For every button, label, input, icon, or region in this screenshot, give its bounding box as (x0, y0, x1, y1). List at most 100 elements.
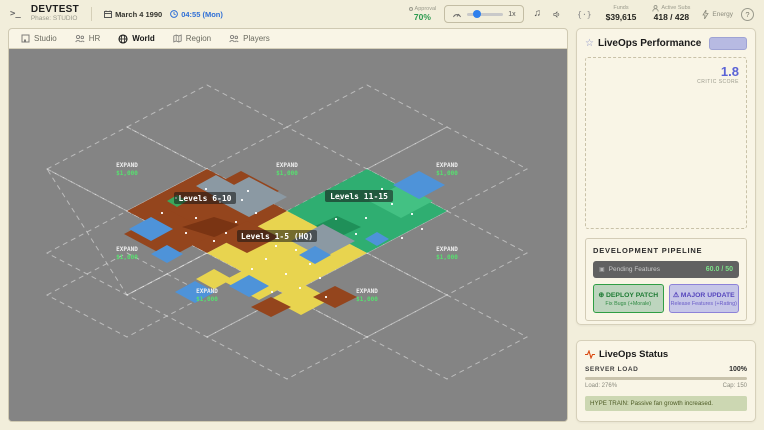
pending-features-value: 60.0 / 50 (706, 266, 733, 273)
subs-label: Active Subs (661, 5, 690, 12)
critic-score-value: 1.8 (697, 64, 739, 79)
funds-display: Funds $39,615 (606, 5, 637, 23)
plot-label: Levels 1-5 (HQ) (237, 230, 317, 242)
svg-text:Levels 1-5 (HQ): Levels 1-5 (HQ) (241, 232, 313, 241)
tab-world[interactable]: World (118, 34, 155, 44)
tab-players[interactable]: Players (229, 34, 270, 43)
pending-features-bar: ▣ Pending Features 60.0 / 50 (593, 261, 739, 278)
cap-detail: Cap: 150 (723, 383, 747, 389)
funds-label: Funds (613, 5, 628, 12)
game-title-block: DEVTEST Phase: STUDIO (31, 5, 79, 22)
expand-cell[interactable]: EXPAND $1,000 (196, 288, 218, 303)
svg-text:$1,000: $1,000 (436, 170, 458, 177)
speed-slider[interactable] (467, 13, 503, 16)
speed-value: 1x (508, 11, 515, 18)
console-icon[interactable]: {·} (577, 10, 591, 19)
svg-text:EXPAND: EXPAND (436, 246, 458, 253)
load-detail: Load: 276% (585, 383, 617, 389)
expand-cell[interactable]: EXPAND $1,000 (116, 246, 138, 261)
liveops-status-card: LiveOps Status SERVER LOAD 100% Load: 27… (576, 340, 756, 422)
svg-text:$1,000: $1,000 (116, 170, 138, 177)
people-icon (75, 34, 85, 43)
svg-text:EXPAND: EXPAND (196, 288, 218, 295)
svg-text:$1,000: $1,000 (436, 254, 458, 261)
game-speed-control[interactable]: 1x (444, 5, 523, 23)
development-pipeline-panel: DEVELOPMENT PIPELINE ▣ Pending Features … (585, 238, 747, 321)
energy-label: Energy (712, 11, 733, 18)
help-button[interactable]: ? (741, 8, 754, 21)
subs-display: Active Subs 418 / 428 (652, 5, 690, 23)
major-update-label: MAJOR UPDATE (681, 292, 735, 299)
svg-text:EXPAND: EXPAND (116, 162, 138, 169)
tab-label: Studio (34, 34, 57, 43)
svg-text:Levels 6-10: Levels 6-10 (179, 194, 232, 203)
svg-text:EXPAND: EXPAND (116, 246, 138, 253)
svg-text:$1,000: $1,000 (116, 254, 138, 261)
svg-text:EXPAND: EXPAND (356, 288, 378, 295)
hype-train-badge: HYPE TRAIN: Passive fan growth increased… (585, 396, 747, 411)
tab-label: World (132, 34, 155, 43)
clock-icon (170, 10, 178, 18)
liveops-performance-card: ☆ LiveOps Performance 1.8 CRITIC SCORE D… (576, 28, 756, 325)
approval-label: Approval (415, 6, 437, 13)
bolt-icon (702, 10, 709, 19)
date-text: March 4 1990 (115, 10, 162, 19)
deploy-icon: ⊕ (598, 292, 604, 299)
world-map-canvas: EXPAND $1,000 EXPAND $1,000 EXPAND $1,00… (9, 49, 567, 422)
people-icon (229, 34, 239, 43)
date-display: March 4 1990 (104, 10, 162, 19)
person-icon (652, 5, 659, 12)
tab-label: Players (243, 34, 270, 43)
gauge-icon (452, 10, 462, 19)
building-icon (21, 34, 30, 43)
feature-box-icon: ▣ (599, 266, 605, 273)
expand-cell[interactable]: EXPAND $1,000 (356, 288, 378, 303)
world-panel: Studio HR World Regi (8, 28, 568, 422)
tab-bar: Studio HR World Regi (9, 29, 567, 49)
deploy-patch-button[interactable]: ⊕ DEPLOY PATCH Fix Bugs (+Morale) (593, 284, 664, 313)
pending-features-label: Pending Features (609, 266, 660, 273)
plot-label: Levels 6-10 (174, 192, 236, 204)
svg-text:Levels 11-15: Levels 11-15 (330, 192, 388, 201)
star-icon: ☆ (585, 38, 594, 49)
phase-label: Phase: STUDIO (31, 16, 79, 23)
world-map[interactable]: EXPAND $1,000 EXPAND $1,000 EXPAND $1,00… (9, 49, 567, 422)
tab-label: Region (186, 34, 211, 43)
expand-cell[interactable]: EXPAND $1,000 (116, 162, 138, 177)
server-load-value: 100% (729, 366, 747, 373)
performance-action-button[interactable] (709, 37, 747, 50)
speed-slider-knob[interactable] (473, 10, 481, 18)
server-load-bar (585, 377, 747, 380)
deploy-patch-sublabel: Fix Bugs (+Morale) (605, 301, 651, 307)
svg-text:EXPAND: EXPAND (436, 162, 458, 169)
speaker-icon[interactable] (551, 9, 563, 20)
svg-text:$1,000: $1,000 (276, 170, 298, 177)
tab-hr[interactable]: HR (75, 34, 101, 43)
major-update-button[interactable]: ⚠ MAJOR UPDATE Release Features (+Rating… (669, 284, 740, 313)
performance-chart-panel: 1.8 CRITIC SCORE (585, 57, 747, 229)
time-text: 04:55 (Mon) (181, 10, 223, 19)
map-icon (173, 34, 182, 43)
globe-icon (118, 34, 128, 44)
warning-icon: ⚠ (673, 292, 679, 299)
subs-value: 418 / 428 (652, 12, 690, 23)
tab-studio[interactable]: Studio (21, 34, 57, 43)
approval-value: 70% (409, 12, 437, 22)
svg-text:$1,000: $1,000 (196, 296, 218, 303)
performance-title: LiveOps Performance (598, 38, 701, 49)
expand-cell[interactable]: EXPAND $1,000 (436, 246, 458, 261)
calendar-icon (104, 10, 112, 18)
tab-region[interactable]: Region (173, 34, 211, 43)
critic-score-label: CRITIC SCORE (697, 79, 739, 85)
major-update-sublabel: Release Features (+Rating) (671, 301, 737, 307)
svg-text:$1,000: $1,000 (356, 296, 378, 303)
approval-icon (409, 7, 413, 11)
energy-toggle[interactable]: Energy (702, 10, 733, 19)
expand-cell[interactable]: EXPAND $1,000 (436, 162, 458, 177)
expand-cell[interactable]: EXPAND $1,000 (276, 162, 298, 177)
terminal-icon[interactable]: >_ (10, 9, 21, 19)
divider (91, 7, 92, 21)
time-display: 04:55 (Mon) (170, 10, 223, 19)
tab-label: HR (89, 34, 101, 43)
music-toggle-icon[interactable]: ♫ (532, 7, 544, 21)
